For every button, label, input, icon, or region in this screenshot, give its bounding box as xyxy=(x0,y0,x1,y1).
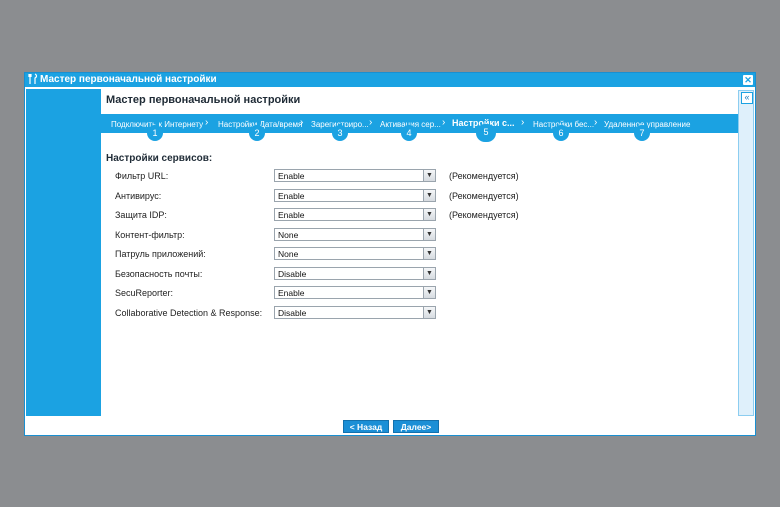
service-row-content-filter: Контент-фильтр: None ▼ xyxy=(115,228,715,244)
chevron-down-icon[interactable]: ▼ xyxy=(423,268,435,279)
chevron-right-icon: › xyxy=(205,117,209,128)
step-4-number: 4 xyxy=(401,125,417,141)
chevron-down-icon[interactable]: ▼ xyxy=(423,248,435,259)
cdr-select[interactable]: Disable ▼ xyxy=(274,306,436,319)
chevron-down-icon[interactable]: ▼ xyxy=(423,209,435,220)
recommended-note: (Рекомендуется) xyxy=(449,191,519,201)
chevron-right-icon: › xyxy=(369,117,373,128)
wizard-title: Мастер первоначальной настройки xyxy=(106,94,301,106)
secureporter-select[interactable]: Enable ▼ xyxy=(274,286,436,299)
idp-select[interactable]: Enable ▼ xyxy=(274,208,436,221)
wizard-steps-bar: Подключить к Интернету › Настройки Дата/… xyxy=(100,114,738,142)
content-filter-select[interactable]: None ▼ xyxy=(274,228,436,241)
service-row-mail-security: Безопасность почты: Disable ▼ xyxy=(115,267,715,283)
chevron-down-icon[interactable]: ▼ xyxy=(423,287,435,298)
app-patrol-select[interactable]: None ▼ xyxy=(274,247,436,260)
service-label: Защита IDP: xyxy=(115,210,167,220)
service-row-secureporter: SecuReporter: Enable ▼ xyxy=(115,286,715,302)
service-label: SecuReporter: xyxy=(115,288,174,298)
step-5-number: 5 xyxy=(476,124,496,142)
antivirus-select[interactable]: Enable ▼ xyxy=(274,189,436,202)
step-3-number: 3 xyxy=(332,125,348,141)
mail-security-select[interactable]: Disable ▼ xyxy=(274,267,436,280)
step-6-number: 6 xyxy=(553,125,569,141)
chevron-right-icon: › xyxy=(594,117,598,128)
left-panel xyxy=(26,89,101,416)
collapse-icon[interactable]: « xyxy=(741,92,753,104)
service-label: Антивирус: xyxy=(115,191,162,201)
service-row-url-filter: Фильтр URL: Enable ▼ (Рекомендуется) xyxy=(115,169,715,185)
step-7-number: 7 xyxy=(634,125,650,141)
chevron-right-icon: › xyxy=(300,117,304,128)
chevron-down-icon[interactable]: ▼ xyxy=(423,229,435,240)
back-button[interactable]: < Назад xyxy=(343,420,389,433)
service-row-antivirus: Антивирус: Enable ▼ (Рекомендуется) xyxy=(115,189,715,205)
window-title: Мастер первоначальной настройки xyxy=(40,74,217,85)
next-button[interactable]: Далее> xyxy=(393,420,439,433)
chevron-down-icon[interactable]: ▼ xyxy=(423,170,435,181)
url-filter-select[interactable]: Enable ▼ xyxy=(274,169,436,182)
service-label: Безопасность почты: xyxy=(115,269,203,279)
service-row-idp: Защита IDP: Enable ▼ (Рекомендуется) xyxy=(115,208,715,224)
window-titlebar: Мастер первоначальной настройки ✕ xyxy=(25,73,755,87)
service-label: Контент-фильтр: xyxy=(115,230,185,240)
chevron-right-icon: › xyxy=(521,117,525,128)
service-label: Collaborative Detection & Response: xyxy=(115,308,263,318)
chevron-down-icon[interactable]: ▼ xyxy=(423,307,435,318)
step-2-number: 2 xyxy=(249,125,265,141)
close-icon[interactable]: ✕ xyxy=(743,75,753,85)
chevron-right-icon: › xyxy=(442,117,446,128)
step-1-number: 1 xyxy=(147,125,163,141)
recommended-note: (Рекомендуется) xyxy=(449,171,519,181)
section-title: Настройки сервисов: xyxy=(106,153,213,164)
service-row-cdr: Collaborative Detection & Response: Disa… xyxy=(115,306,715,322)
right-panel: « xyxy=(738,90,754,416)
chevron-down-icon[interactable]: ▼ xyxy=(423,190,435,201)
setup-wizard-window: Мастер первоначальной настройки ✕ « Маст… xyxy=(24,72,756,436)
tools-icon xyxy=(28,73,38,90)
service-label: Патруль приложений: xyxy=(115,249,206,259)
service-row-app-patrol: Патруль приложений: None ▼ xyxy=(115,247,715,263)
recommended-note: (Рекомендуется) xyxy=(449,210,519,220)
service-label: Фильтр URL: xyxy=(115,171,169,181)
